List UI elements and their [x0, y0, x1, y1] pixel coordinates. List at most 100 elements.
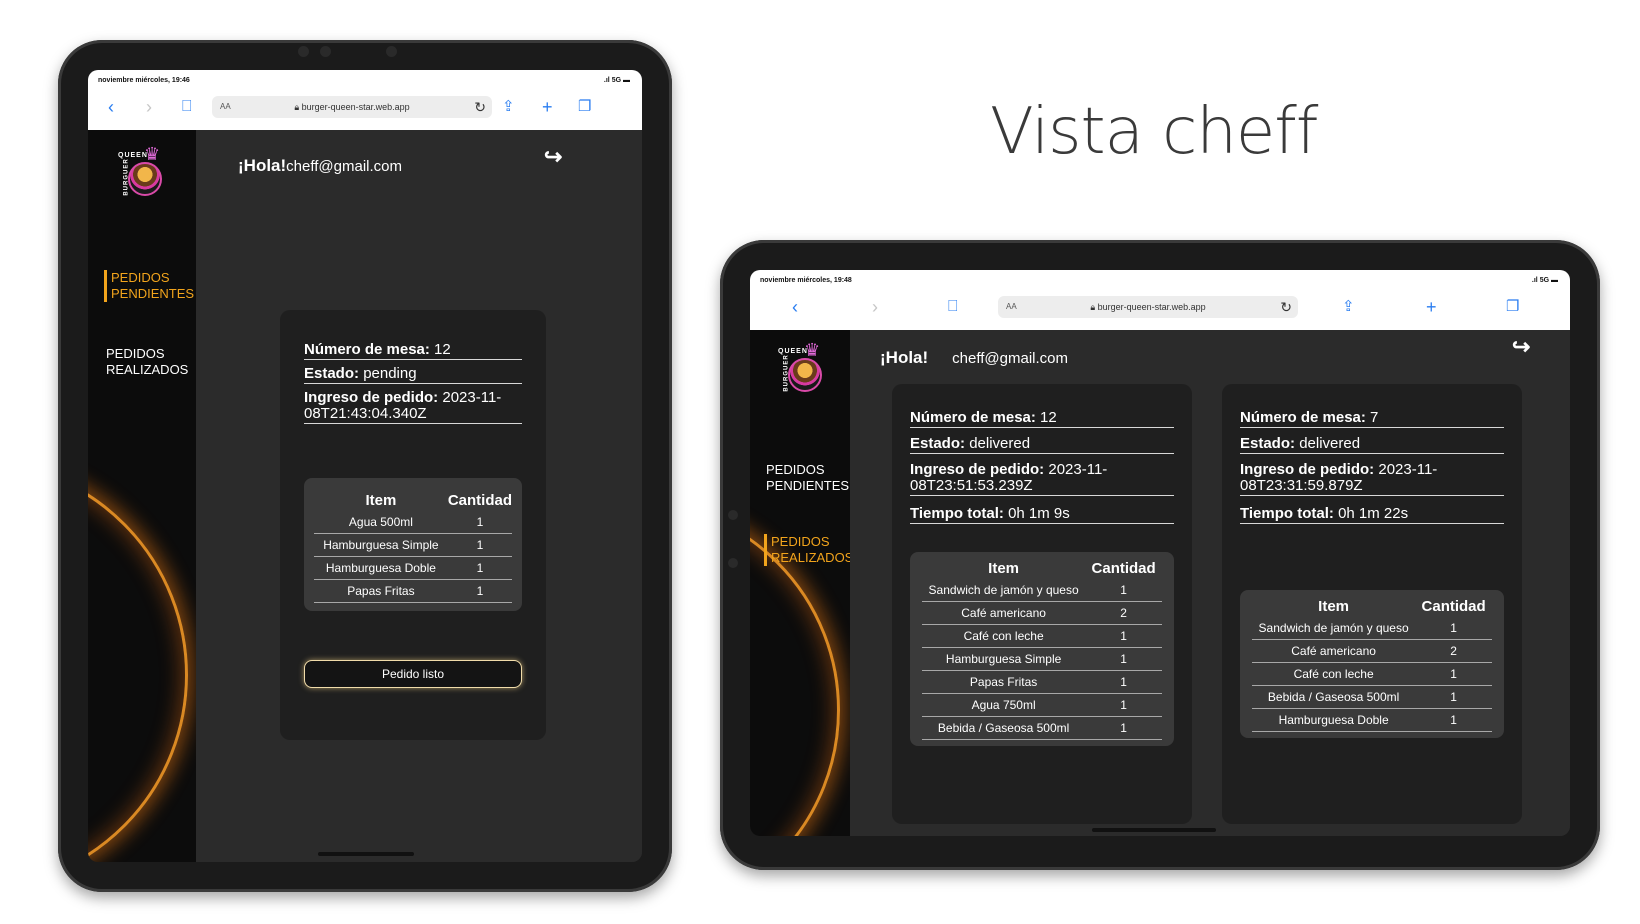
url-text: 🔒︎ burger-queen-star.web.app — [212, 102, 492, 113]
logo-text-queen: QUEEN — [778, 348, 808, 355]
status-value: delivered — [1299, 435, 1361, 452]
item-quantity: 1 — [1085, 716, 1162, 740]
address-bar[interactable]: AA 🔒︎ burger-queen-star.web.app ↻ — [212, 96, 492, 118]
table-row: Café con leche 1 — [1252, 662, 1492, 686]
screen: noviembre miércoles, 19:46 .ıl 5G ▬ ‹ › … — [88, 70, 642, 862]
table-row: Agua 500ml 1 — [314, 511, 512, 534]
order-card: Número de mesa: 7 Estado: delivered Ingr… — [1222, 384, 1522, 824]
item-quantity: 1 — [447, 579, 512, 603]
greeting: ¡Hola!cheff@gmail.com — [238, 156, 402, 176]
chevron-left-icon[interactable]: ‹ — [792, 298, 798, 316]
tabs-icon[interactable]: ❐ — [578, 98, 591, 116]
burger-icon — [788, 358, 822, 392]
plus-icon[interactable]: + — [1426, 298, 1437, 316]
table-row: Papas Fritas 1 — [922, 670, 1162, 694]
item-name: Papas Fritas — [314, 579, 448, 603]
sidebar: ♛ QUEEN BURGUER PEDIDOS PENDIENTES PEDID… — [88, 130, 196, 862]
item-name: Café con leche — [922, 624, 1086, 648]
nav-pedidos-pendientes[interactable]: PEDIDOS PENDIENTES — [766, 462, 850, 494]
order-entry: Ingreso de pedido: 2023-11-08T23:51:53.2… — [910, 462, 1174, 496]
app: ♛ QUEEN BURGUER PEDIDOS PENDIENTES PEDID… — [750, 330, 1570, 836]
item-quantity: 1 — [1415, 617, 1492, 640]
lock-icon: 🔒︎ — [1090, 302, 1098, 312]
col-item: Item — [988, 560, 1020, 577]
col-item: Item — [365, 492, 397, 509]
address-bar[interactable]: AA 🔒︎ burger-queen-star.web.app ↻ — [998, 296, 1298, 318]
table-value: 12 — [434, 341, 451, 358]
url-text: 🔒︎ burger-queen-star.web.app — [998, 302, 1298, 313]
network-label: 5G — [611, 77, 622, 84]
signal-icon: .ıl — [1531, 277, 1540, 284]
share-icon[interactable]: ⇪ — [1342, 298, 1355, 316]
chevron-right-icon[interactable]: › — [872, 298, 878, 316]
status-value: pending — [363, 365, 417, 382]
table-label: Número de mesa: — [304, 341, 430, 358]
greeting: ¡Hola!cheff@gmail.com — [880, 348, 1068, 368]
page-title: Vista cheff — [990, 95, 1318, 169]
user-email: cheff@gmail.com — [286, 158, 402, 175]
reload-icon[interactable]: ↻ — [1280, 299, 1292, 316]
sensor-icon — [728, 558, 738, 568]
url-label: burger-queen-star.web.app — [1097, 302, 1206, 312]
time-label: Tiempo total: — [910, 505, 1004, 522]
sidebar: ♛ QUEEN BURGUER PEDIDOS PENDIENTES PEDID… — [750, 330, 850, 836]
lock-icon: 🔒︎ — [294, 102, 302, 112]
table-row: Café con leche 1 — [922, 624, 1162, 648]
order-status: Estado: delivered — [910, 436, 1174, 454]
nav-pedidos-pendientes[interactable]: PEDIDOS PENDIENTES — [104, 270, 194, 302]
item-quantity: 1 — [1085, 693, 1162, 717]
nav-pedidos-realizados[interactable]: PEDIDOS REALIZADOS — [106, 346, 196, 378]
table-row: Café americano 2 — [1252, 639, 1492, 663]
item-quantity: 2 — [1415, 639, 1492, 663]
stage: Vista cheff noviembre miércoles, 19:46 .… — [0, 0, 1640, 924]
item-name: Sandwich de jamón y queso — [922, 579, 1086, 602]
tabs-icon[interactable]: ❐ — [1506, 298, 1519, 316]
items-table: Item Cantidad Agua 500ml 1 Hamburguesa Sim… — [304, 478, 522, 611]
item-name: Agua 500ml — [314, 511, 448, 534]
item-name: Hamburguesa Simple — [314, 533, 448, 557]
home-indicator — [318, 852, 414, 856]
share-icon[interactable]: ⇪ — [502, 98, 515, 116]
entry-label: Ingreso de pedido: — [910, 461, 1045, 478]
order-card: Número de mesa: 12 Estado: pending Ingre… — [280, 310, 546, 740]
app: ♛ QUEEN BURGUER PEDIDOS PENDIENTES PEDID… — [88, 130, 642, 862]
logo-text-queen: QUEEN — [118, 152, 148, 159]
item-name: Hamburguesa Simple — [922, 647, 1086, 671]
ipad-portrait: noviembre miércoles, 19:46 .ıl 5G ▬ ‹ › … — [58, 40, 672, 892]
status-label: Estado: — [1240, 435, 1296, 452]
table-row: Bebida / Gaseosa 500ml 1 — [1252, 685, 1492, 709]
url-label: burger-queen-star.web.app — [301, 102, 410, 112]
logo: ♛ QUEEN BURGUER — [114, 142, 174, 202]
status-signal: .ıl 5G ▬ — [604, 77, 630, 84]
greeting-prefix: ¡Hola! — [880, 348, 929, 367]
book-icon[interactable]: ⎕ — [182, 98, 192, 116]
book-icon[interactable]: ⎕ — [948, 298, 958, 316]
screen: noviembre miércoles, 19:48 .ıl 5G ▬ ‹ › … — [750, 270, 1570, 836]
item-quantity: 2 — [1085, 601, 1162, 625]
item-quantity: 1 — [447, 533, 512, 557]
reload-icon[interactable]: ↻ — [474, 99, 486, 116]
nav-pedidos-realizados[interactable]: PEDIDOS REALIZADOS — [764, 534, 850, 566]
item-name: Café americano — [922, 601, 1086, 625]
item-quantity: 1 — [1085, 579, 1162, 602]
status-label: Estado: — [304, 365, 360, 382]
col-cantidad: Cantidad — [447, 492, 512, 509]
logout-icon[interactable]: ↪ — [1512, 334, 1530, 360]
ipad-landscape: noviembre miércoles, 19:48 .ıl 5G ▬ ‹ › … — [720, 240, 1600, 870]
network-label: 5G — [1539, 277, 1550, 284]
chevron-right-icon[interactable]: › — [146, 98, 152, 116]
table-row: Agua 750ml 1 — [922, 693, 1162, 717]
order-entry: Ingreso de pedido: 2023-11-08T23:31:59.8… — [1240, 462, 1504, 496]
battery-icon: ▬ — [623, 77, 630, 84]
pedido-listo-button[interactable]: Pedido listo — [304, 660, 522, 688]
plus-icon[interactable]: + — [542, 98, 553, 116]
order-entry: Ingreso de pedido: 2023-11-08T21:43:04.3… — [304, 390, 522, 424]
items-table: Item Cantidad Sandwich de jamón y queso 1… — [910, 552, 1174, 746]
status-bar: noviembre miércoles, 19:46 .ıl 5G ▬ — [88, 70, 642, 88]
table-row: Hamburguesa Simple 1 — [922, 647, 1162, 671]
entry-label: Ingreso de pedido: — [1240, 461, 1375, 478]
logout-icon[interactable]: ↪ — [544, 144, 562, 170]
chevron-left-icon[interactable]: ‹ — [108, 98, 114, 116]
sensor-icon — [386, 46, 397, 57]
table-row: Sandwich de jamón y queso 1 — [1252, 617, 1492, 640]
